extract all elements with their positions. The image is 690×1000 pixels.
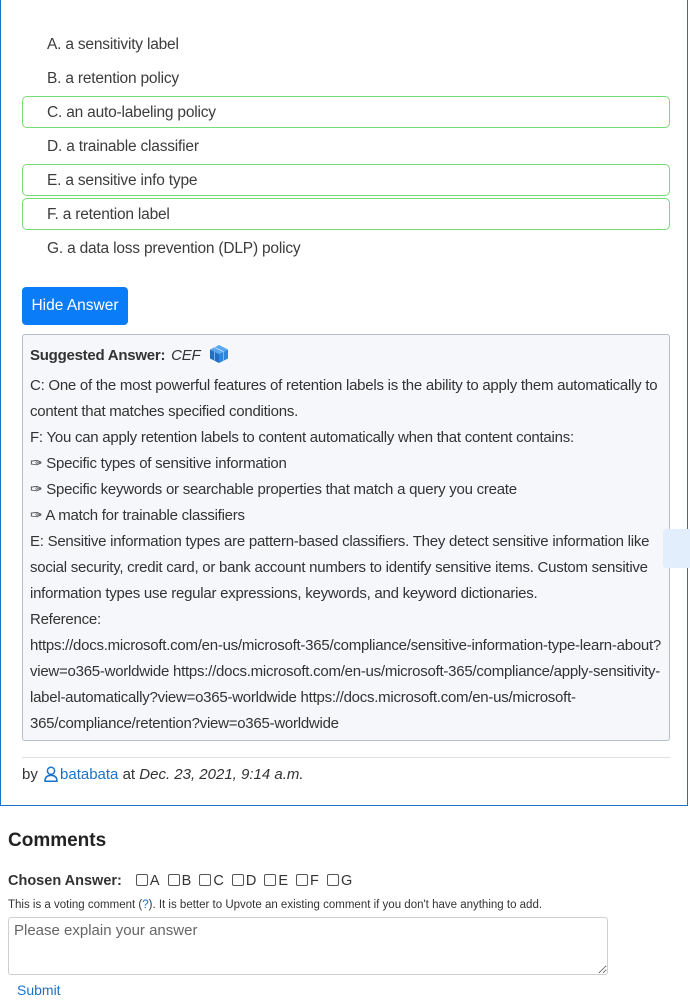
suggested-answer-label: Suggested Answer: [30, 347, 166, 364]
answer-explanation-line: ✑ A match for trainable classifiers [30, 507, 245, 524]
option-c[interactable]: C. an auto-labeling policy [22, 96, 670, 128]
answer-explanation-line: E: Sensitive information types are patte… [30, 533, 650, 602]
cube-icon [209, 344, 229, 373]
choice-label: E [278, 873, 289, 889]
choice-checkbox[interactable] [231, 874, 244, 886]
choice-checkbox[interactable] [135, 874, 148, 886]
question-card: A. a sensitivity label B. a retention po… [0, 0, 688, 806]
answer-explanation-line: C: One of the most powerful features of … [30, 377, 658, 420]
suggested-answer-header: Suggested Answer: CEF [30, 343, 662, 373]
option-b[interactable]: B. a retention policy [22, 62, 670, 94]
choice-e[interactable]: E [264, 869, 288, 893]
choice-label: A [149, 873, 160, 889]
choice-checkbox[interactable] [199, 874, 212, 886]
choice-checkbox[interactable] [167, 874, 180, 886]
author-link[interactable]: batabata [60, 766, 118, 783]
byline: by batabata at Dec. 23, 2021, 9:14 a.m. [22, 762, 304, 791]
choice-checkbox[interactable] [326, 874, 339, 886]
choice-f[interactable]: F [296, 869, 319, 893]
user-icon [44, 765, 58, 791]
answer-options: A. a sensitivity label B. a retention po… [22, 28, 670, 266]
comment-input[interactable] [8, 917, 608, 975]
vote-note-text: ). It is better to Upvote an existing co… [148, 899, 543, 911]
choice-checkbox[interactable] [264, 874, 277, 886]
option-e[interactable]: E. a sensitive info type [22, 164, 670, 196]
divider [22, 757, 670, 758]
suggested-answer-value: CEF [171, 347, 201, 364]
reference-links[interactable]: https://docs.microsoft.com/en-us/microso… [30, 633, 662, 737]
scroll-to-top-button[interactable] [663, 529, 690, 568]
byline-by: by [22, 766, 38, 783]
reference-label: Reference: [30, 611, 101, 628]
answer-explanation-line: ✑ Specific types of sensitive informatio… [30, 455, 287, 472]
comments-title: Comments [8, 830, 107, 851]
option-d[interactable]: D. a trainable classifier [22, 130, 670, 162]
option-g[interactable]: G. a data loss prevention (DLP) policy [22, 232, 670, 264]
answer-explanation-line: F: You can apply retention labels to con… [30, 429, 574, 446]
choice-label: D [245, 873, 257, 889]
chosen-answer-label: Chosen Answer: [8, 873, 122, 889]
choice-a[interactable]: A [135, 869, 160, 893]
byline-at: at [122, 766, 136, 783]
vote-note-text: This is a voting comment ( [8, 899, 143, 911]
choice-label: B [181, 873, 192, 889]
answer-explanation-line: ✑ Specific keywords or searchable proper… [30, 481, 517, 498]
suggested-answer-panel: Suggested Answer: CEF C: One of the most… [22, 334, 670, 741]
choice-d[interactable]: D [231, 869, 257, 893]
choice-b[interactable]: B [167, 869, 192, 893]
choice-label: F [310, 873, 319, 889]
chosen-answer-row: Chosen Answer: A B C D E F G [8, 869, 356, 893]
option-a[interactable]: A. a sensitivity label [22, 28, 670, 60]
option-f[interactable]: F. a retention label [22, 198, 670, 230]
choice-label: C [213, 873, 224, 889]
choice-label: G [340, 873, 353, 889]
choice-c[interactable]: C [199, 869, 224, 893]
hide-answer-button[interactable]: Hide Answer [22, 287, 128, 325]
choice-g[interactable]: G [326, 869, 353, 893]
post-date: Dec. 23, 2021, 9:14 a.m. [139, 766, 304, 783]
voting-comment-note: This is a voting comment (?). It is bett… [8, 897, 542, 913]
choice-checkbox[interactable] [296, 874, 309, 886]
submit-button[interactable]: Submit [17, 980, 61, 1000]
